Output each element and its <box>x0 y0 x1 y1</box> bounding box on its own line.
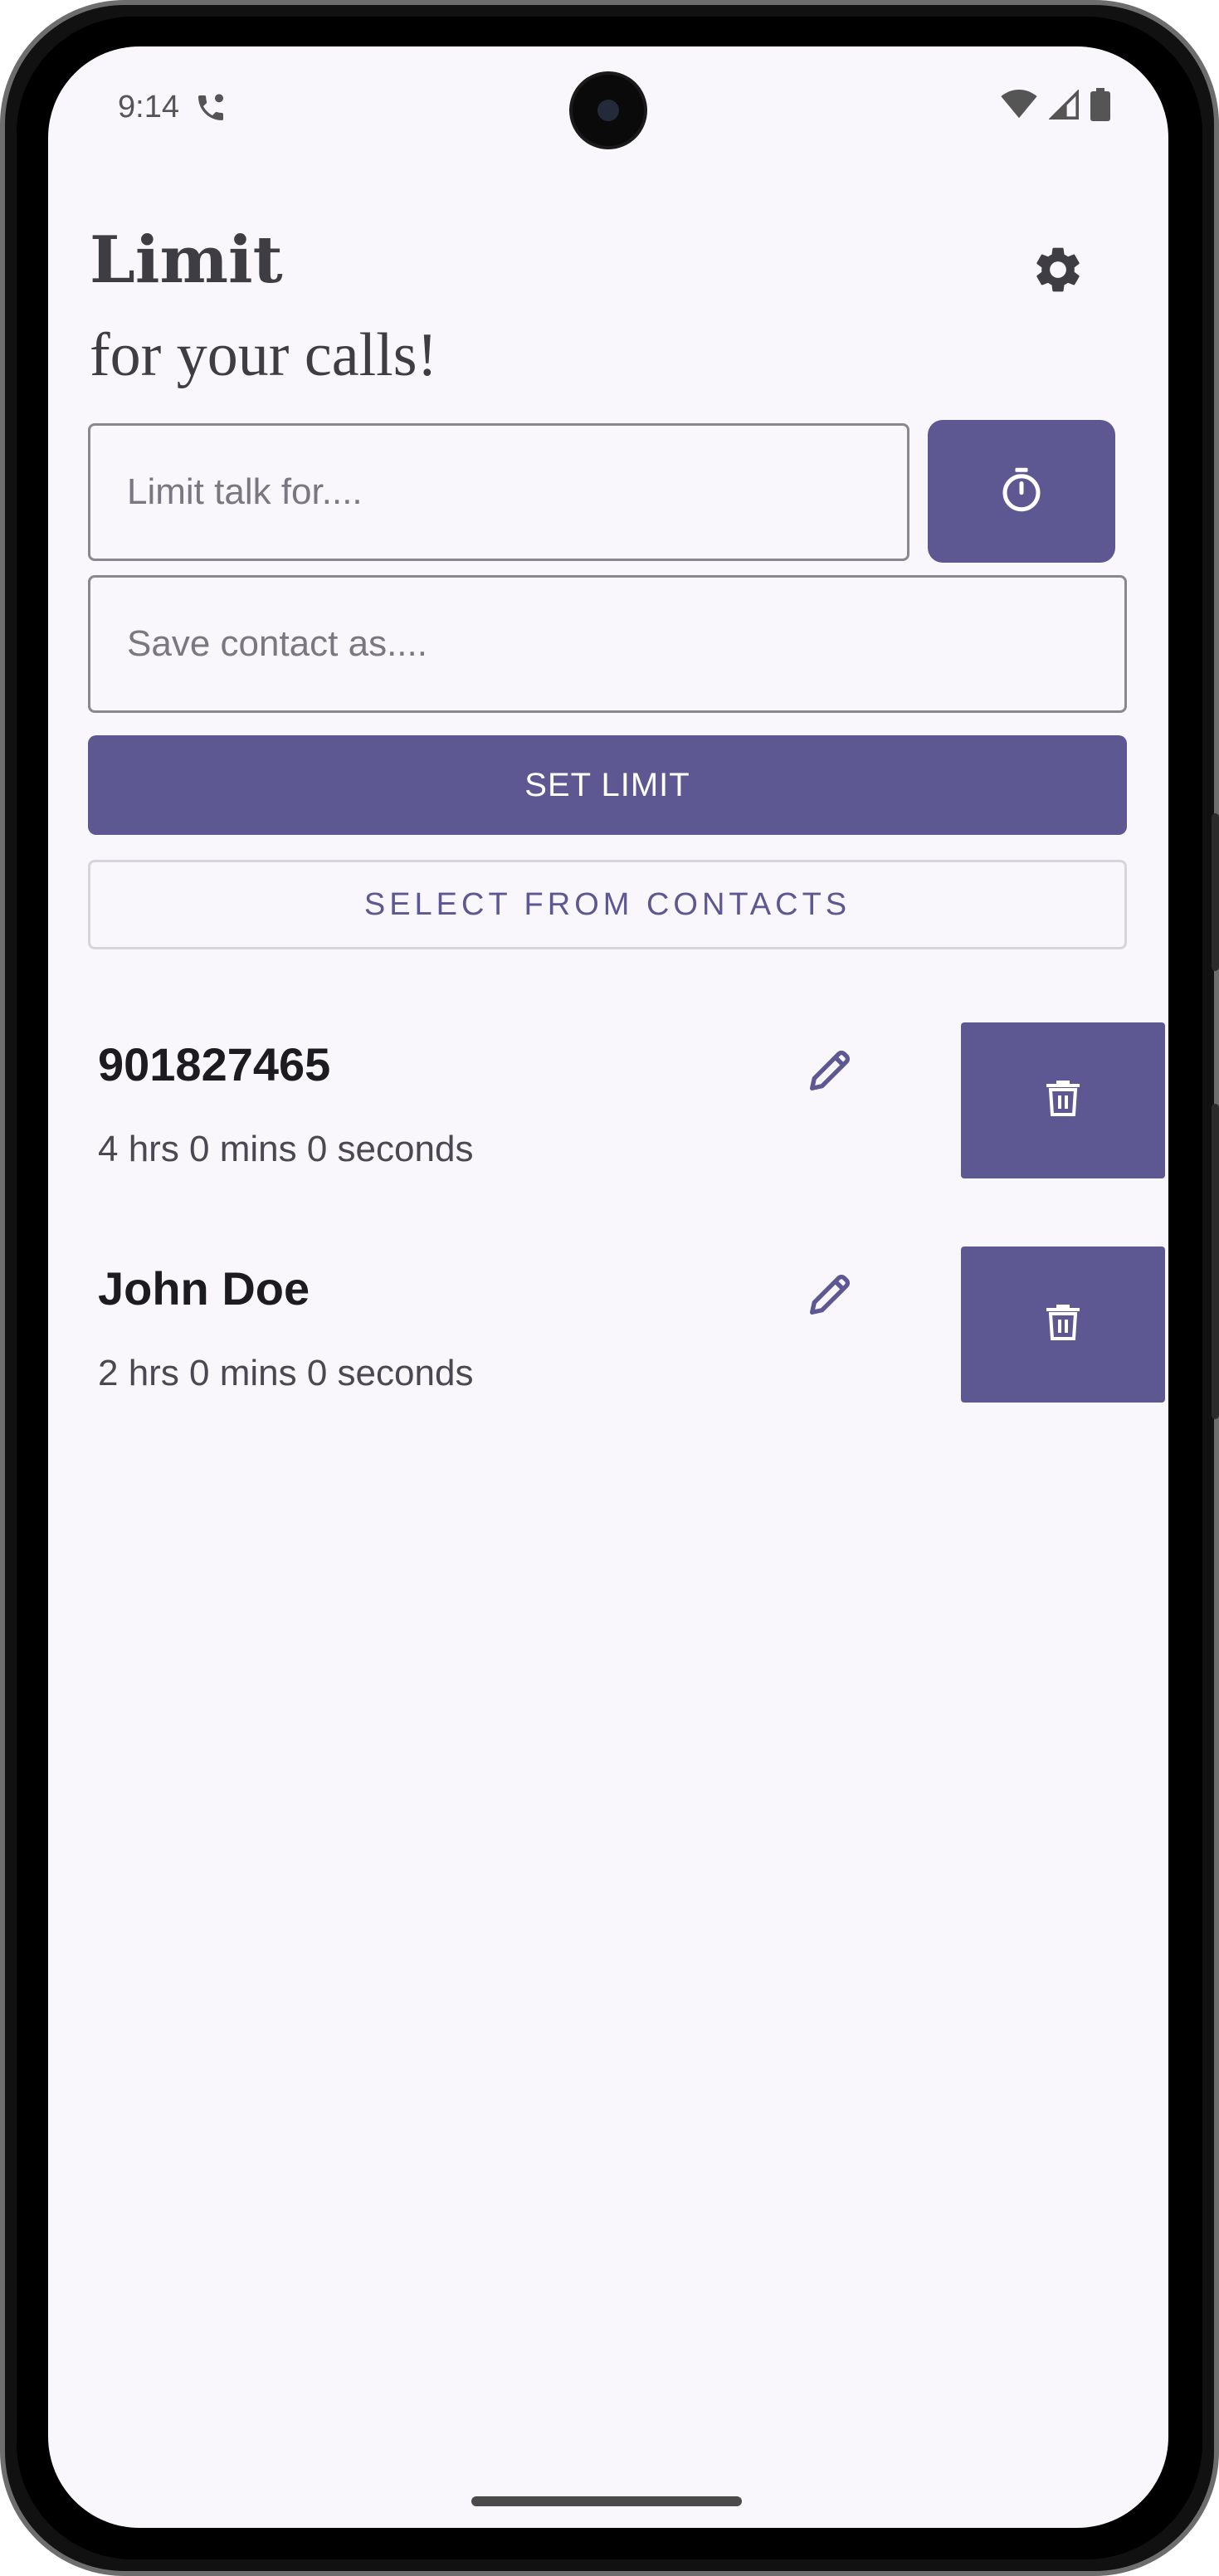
stopwatch-icon <box>997 465 1046 519</box>
app-subtitle: for your calls! <box>90 321 438 389</box>
app-screen: 9:14 Limit for your calls! SET LI <box>48 46 1168 2528</box>
delete-button[interactable] <box>961 1247 1165 1403</box>
gear-icon <box>1031 242 1085 301</box>
pencil-icon <box>803 1268 856 1325</box>
delete-button[interactable] <box>961 1022 1165 1178</box>
trash-icon <box>1045 1079 1081 1123</box>
front-camera <box>573 75 644 146</box>
contact-name-input[interactable] <box>88 575 1127 713</box>
pencil-icon <box>803 1044 856 1101</box>
wifi-icon <box>1001 90 1037 124</box>
list-item: 901827465 4 hrs 0 mins 0 seconds <box>98 1022 1165 1180</box>
edit-button[interactable] <box>797 1039 863 1105</box>
entry-duration: 4 hrs 0 mins 0 seconds <box>98 1129 474 1169</box>
battery-icon <box>1090 88 1110 125</box>
entry-name: John Doe <box>98 1262 310 1315</box>
entry-name: 901827465 <box>98 1038 331 1090</box>
settings-button[interactable] <box>1021 234 1095 309</box>
volume-button <box>1212 1104 1219 1419</box>
signal-icon <box>1048 89 1079 124</box>
edit-button[interactable] <box>797 1263 863 1329</box>
status-icons <box>1001 88 1110 125</box>
trash-icon <box>1045 1303 1081 1347</box>
set-limit-button[interactable]: SET LIMIT <box>88 735 1127 835</box>
call-forward-icon <box>194 91 227 129</box>
power-button <box>1212 813 1219 971</box>
entry-duration: 2 hrs 0 mins 0 seconds <box>98 1353 474 1393</box>
app-title: Limit <box>90 222 283 298</box>
status-bar: 9:14 <box>48 46 1168 171</box>
select-from-contacts-button[interactable]: SELECT FROM CONTACTS <box>88 860 1127 949</box>
limit-duration-input[interactable] <box>88 423 909 561</box>
status-time: 9:14 <box>118 90 179 124</box>
home-indicator[interactable] <box>471 2496 742 2506</box>
timer-button[interactable] <box>928 420 1115 563</box>
list-item: John Doe 2 hrs 0 mins 0 seconds <box>98 1247 1165 1404</box>
